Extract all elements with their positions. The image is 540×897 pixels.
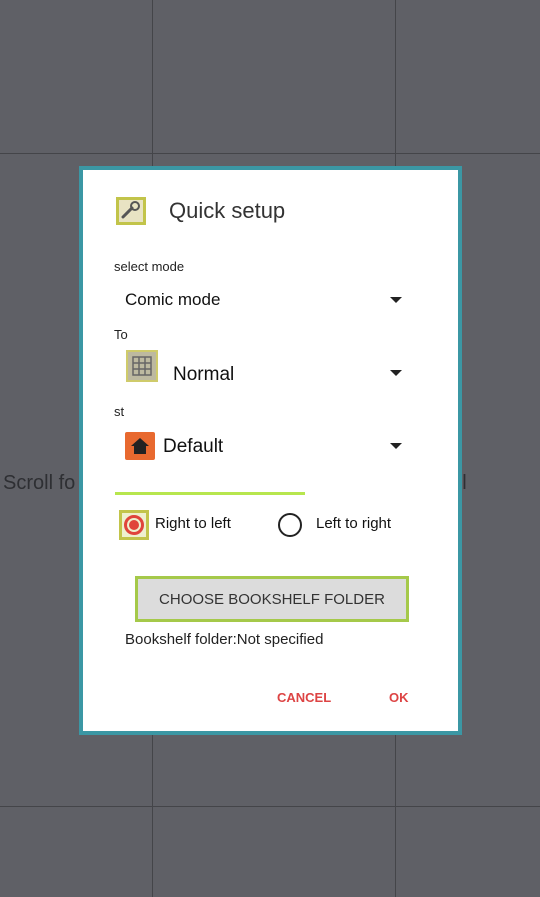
background-divider — [0, 153, 540, 154]
section-divider — [115, 492, 305, 495]
layout-dropdown[interactable]: Normal — [173, 364, 234, 386]
background-divider — [0, 806, 540, 807]
radio-selected-icon — [124, 515, 144, 535]
background-scroll-text: Scroll fo — [3, 472, 76, 494]
chevron-down-icon[interactable] — [390, 370, 402, 376]
wrench-icon — [116, 197, 146, 225]
theme-dropdown[interactable]: Default — [163, 436, 223, 458]
ok-button[interactable]: OK — [389, 690, 409, 705]
bookshelf-folder-status: Bookshelf folder:Not specified — [125, 631, 324, 648]
layout-label: To — [114, 327, 128, 342]
chevron-down-icon[interactable] — [390, 443, 402, 449]
chevron-down-icon[interactable] — [390, 297, 402, 303]
cancel-button[interactable]: CANCEL — [277, 690, 331, 705]
quick-setup-modal: Quick setup select mode Comic mode To No… — [79, 166, 462, 735]
select-mode-label: select mode — [114, 259, 185, 274]
grid-icon — [126, 350, 158, 382]
modal-title: Quick setup — [169, 198, 286, 223]
radio-right-to-left-label[interactable]: Right to left — [155, 515, 231, 532]
mode-dropdown[interactable]: Comic mode — [125, 290, 220, 310]
home-icon — [125, 432, 155, 460]
radio-left-to-right-label[interactable]: Left to right — [316, 515, 391, 532]
style-label: st — [114, 404, 125, 419]
radio-right-to-left[interactable] — [119, 510, 149, 540]
choose-bookshelf-folder-button[interactable]: CHOOSE BOOKSHELF FOLDER — [135, 576, 409, 622]
radio-left-to-right[interactable] — [278, 513, 302, 537]
